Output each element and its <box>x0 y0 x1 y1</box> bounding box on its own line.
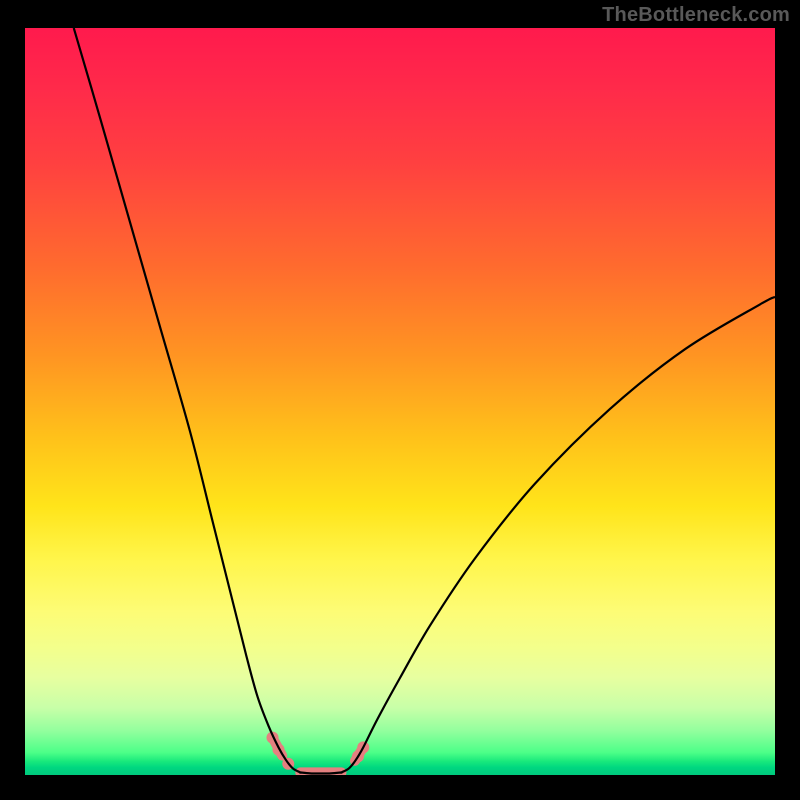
curve-layer <box>25 28 775 775</box>
watermark-text: TheBottleneck.com <box>602 4 790 27</box>
bottleneck-curve <box>74 28 775 774</box>
plot-area <box>25 28 775 775</box>
chart-frame: TheBottleneck.com <box>0 0 800 800</box>
